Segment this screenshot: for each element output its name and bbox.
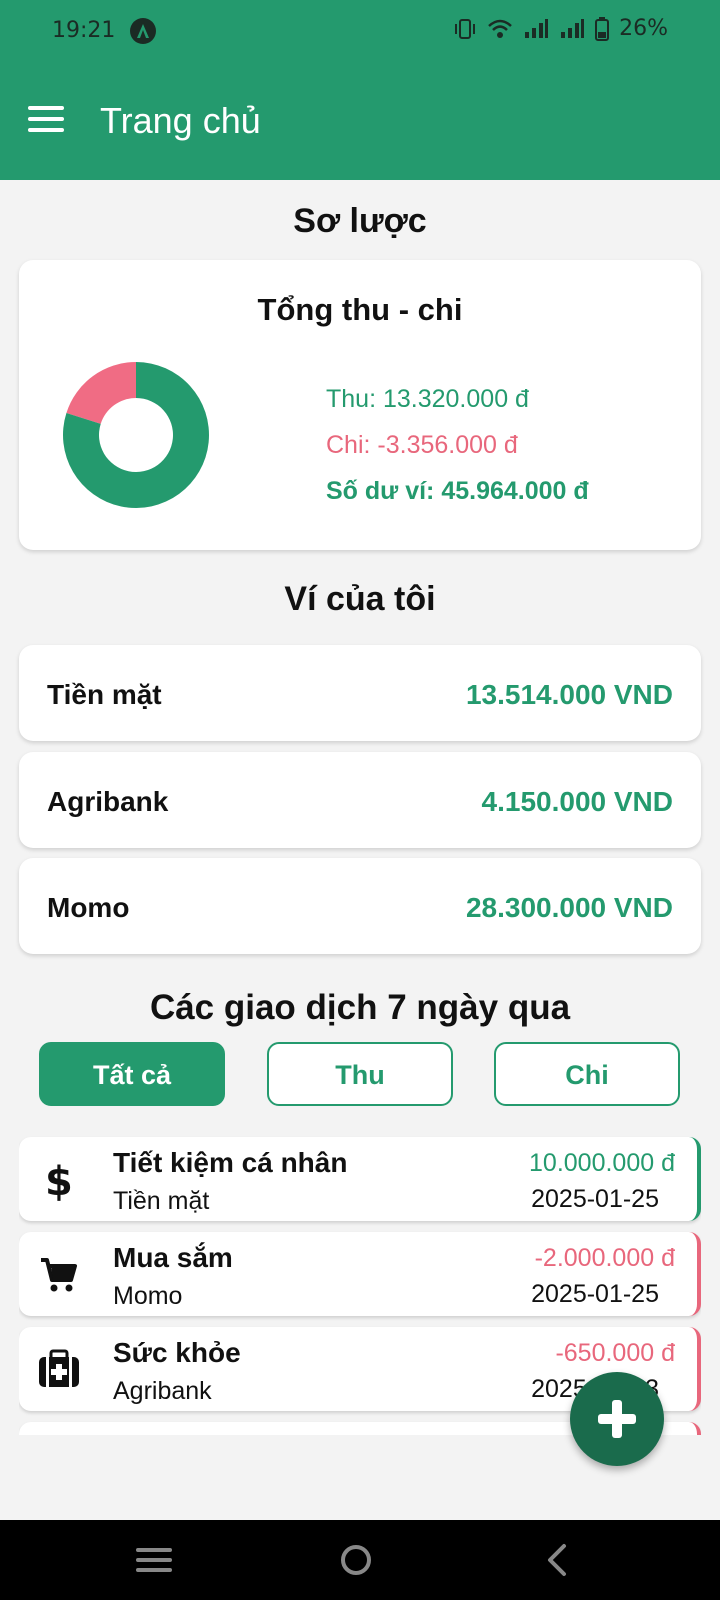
- transaction-wallet: Tiền mặt: [113, 1187, 210, 1215]
- transaction-amount: -2.000.000 đ: [534, 1244, 675, 1272]
- wallet-card-cash[interactable]: Tiền mặt 13.514.000 VND: [19, 645, 701, 741]
- status-time: 19:21: [52, 18, 116, 43]
- home-icon[interactable]: [336, 1542, 376, 1578]
- income-total: Thu: 13.320.000 đ: [326, 385, 529, 413]
- transaction-wallet: Momo: [113, 1282, 183, 1310]
- battery-level: 26%: [619, 16, 668, 41]
- transaction-item[interactable]: $ Tiết kiệm cá nhân Tiền mặt 10.000.000 …: [19, 1137, 701, 1221]
- transaction-title: Tiết kiệm cá nhân: [113, 1147, 348, 1178]
- dollar-icon: $: [45, 1159, 73, 1201]
- transaction-amount: 10.000.000 đ: [529, 1149, 675, 1177]
- transactions-section-title: Các giao dịch 7 ngày qua: [149, 988, 571, 1027]
- wallet-card-agribank[interactable]: Agribank 4.150.000 VND: [19, 752, 701, 848]
- transaction-date: 2025-01-25: [531, 1185, 659, 1213]
- system-nav-bar: [0, 1520, 720, 1600]
- app-bar: Trang chủ: [0, 62, 720, 180]
- expense-total: Chi: -3.356.000 đ: [326, 431, 518, 459]
- page-title: Trang chủ: [100, 100, 261, 141]
- vibrate-icon: [455, 18, 476, 39]
- summary-section-title: Sơ lược: [293, 202, 427, 240]
- summary-card: Tổng thu - chi Thu: 13.320.000 đ Chi: -3…: [19, 260, 701, 550]
- wallet-name: Agribank: [47, 786, 169, 817]
- battery-icon: [595, 16, 610, 41]
- transaction-date: 2025-01-25: [531, 1280, 659, 1308]
- summary-card-title: Tổng thu - chi: [257, 292, 463, 327]
- tab-expense[interactable]: Chi: [494, 1042, 680, 1106]
- transaction-item[interactable]: Mua sắm Momo -2.000.000 đ 2025-01-25: [19, 1232, 701, 1316]
- transaction-amount: -650.000 đ: [555, 1339, 675, 1367]
- svg-text:$: $: [45, 1159, 73, 1201]
- expense-slice: [66, 362, 136, 424]
- wallet-name: Tiền mặt: [47, 679, 162, 710]
- wallets-section-title: Ví của tôi: [284, 580, 436, 618]
- wallet-balance: Số dư ví: 45.964.000 đ: [326, 477, 589, 505]
- wifi-icon: [488, 19, 512, 38]
- signal-icon-1: [525, 18, 549, 38]
- add-transaction-button[interactable]: [570, 1372, 664, 1466]
- transaction-title: Sức khỏe: [113, 1337, 241, 1368]
- wallet-name: Momo: [47, 892, 130, 923]
- transaction-title: Mua sắm: [113, 1242, 233, 1273]
- signal-icon-2: [561, 18, 585, 38]
- wallet-card-momo[interactable]: Momo 28.300.000 VND: [19, 858, 701, 954]
- tab-all[interactable]: Tất cả: [39, 1042, 225, 1106]
- tab-income[interactable]: Thu: [267, 1042, 453, 1106]
- recent-apps-icon[interactable]: [134, 1542, 174, 1578]
- status-bar: 19:21 26%: [0, 0, 720, 62]
- app-notification-icon: [130, 18, 156, 44]
- menu-icon[interactable]: [28, 106, 64, 132]
- back-icon[interactable]: [538, 1542, 578, 1578]
- wallet-amount: 4.150.000 VND: [481, 786, 673, 817]
- transaction-wallet: Agribank: [113, 1377, 212, 1405]
- income-expense-donut-chart: [63, 362, 209, 508]
- status-icons: 26%: [453, 16, 668, 41]
- cart-icon: [41, 1258, 77, 1292]
- wallet-amount: 13.514.000 VND: [465, 679, 673, 710]
- medical-kit-icon: [39, 1349, 79, 1387]
- wallet-amount: 28.300.000 VND: [465, 892, 673, 923]
